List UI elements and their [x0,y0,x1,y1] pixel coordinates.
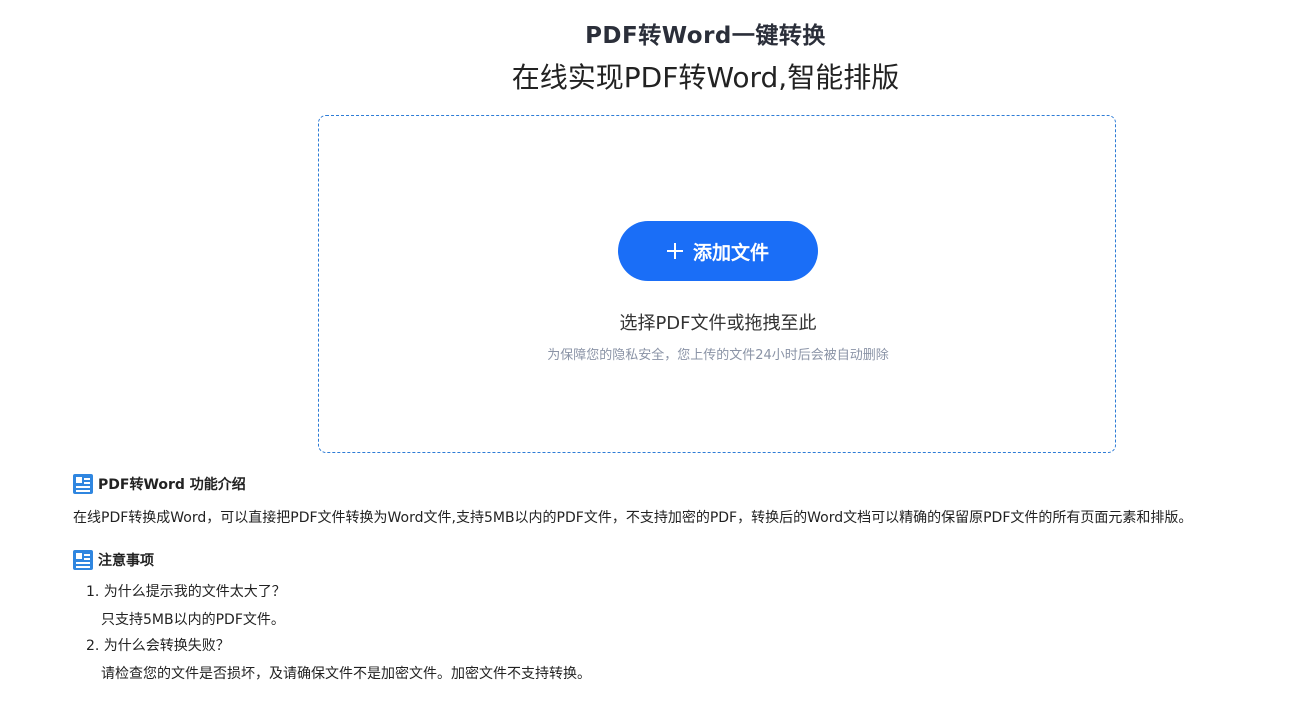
notes-heading: 注意事项 [73,550,154,570]
intro-text: 在线PDF转换成Word，可以直接把PDF文件转换为Word文件,支持5MB以内… [73,510,1193,526]
page-title: PDF转Word一键转换 [585,23,826,49]
page: PDF转Word一键转换 在线实现PDF转Word,智能排版 添加文件 选择PD… [0,0,1295,716]
notes-heading-label: 注意事项 [98,553,154,569]
intro-heading: PDF转Word 功能介绍 [73,474,246,494]
page-subtitle: 在线实现PDF转Word,智能排版 [511,61,900,94]
plus-icon [666,243,683,259]
document-icon [73,474,93,494]
document-icon [73,550,93,570]
faq-answer: 只支持5MB以内的PDF文件。 [101,612,285,628]
faq-answer: 请检查您的文件是否损坏，及请确保文件不是加密文件。加密文件不支持转换。 [101,666,591,682]
faq-question: 1. 为什么提示我的文件太大了？ [86,584,286,600]
faq-list: 1. 为什么提示我的文件太大了？ 只支持5MB以内的PDF文件。 2. 为什么会… [86,581,591,689]
faq-question: 2. 为什么会转换失败？ [86,638,230,654]
add-file-button[interactable]: 添加文件 [618,221,818,281]
add-file-button-label: 添加文件 [692,241,769,264]
file-drop-zone[interactable]: 添加文件 选择PDF文件或拖拽至此 为保障您的隐私安全，您上传的文件24小时后会… [318,115,1116,453]
drop-hint: 选择PDF文件或拖拽至此 [619,313,817,334]
privacy-note: 为保障您的隐私安全，您上传的文件24小时后会被自动删除 [547,348,889,363]
intro-heading-label: PDF转Word 功能介绍 [98,477,246,493]
